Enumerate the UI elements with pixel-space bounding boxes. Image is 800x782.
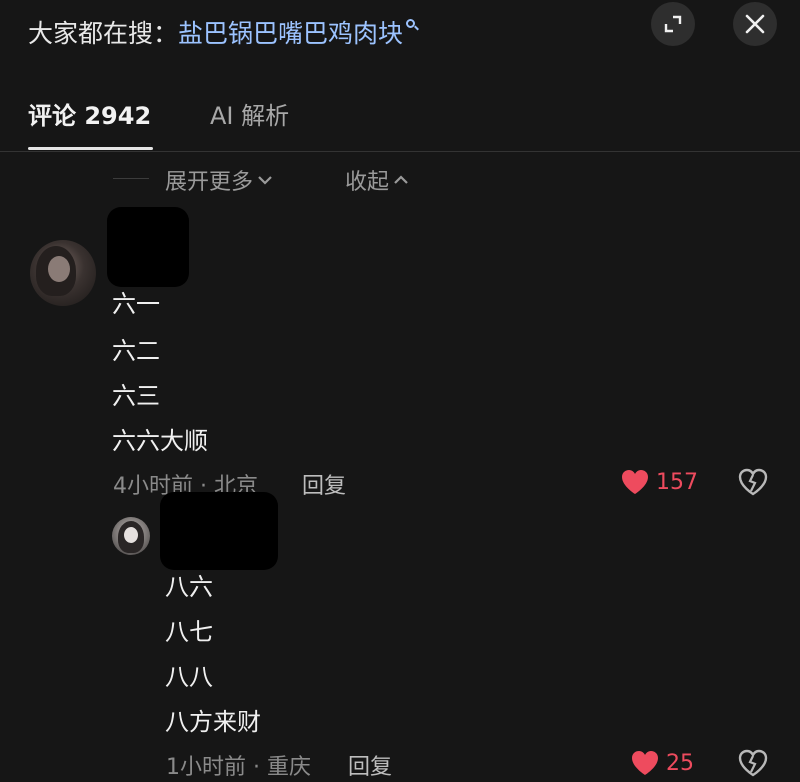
replies-toggle-row: 展开更多 收起 (0, 160, 800, 200)
expand-more-button[interactable]: 展开更多 (165, 164, 273, 196)
search-prefix: 大家都在搜： (28, 19, 179, 48)
collapse-label: 收起 (345, 170, 390, 195)
avatar[interactable] (30, 240, 96, 306)
collapse-button[interactable]: 收起 (345, 164, 409, 196)
like-button[interactable]: 157 (620, 468, 698, 496)
avatar[interactable] (112, 517, 150, 555)
comment-line: 六六大顺 (112, 427, 208, 455)
chevron-down-icon (258, 176, 272, 185)
search-icon (405, 18, 420, 32)
reply-button[interactable]: 回复 (348, 749, 392, 781)
active-tab-indicator (28, 147, 153, 150)
heart-icon (622, 470, 648, 494)
search-suggestion[interactable]: 大家都在搜： 盐巴锅巴嘴巴鸡肉块 (28, 14, 420, 50)
tab-comments[interactable]: 评论 2942 (28, 96, 151, 131)
comment-line: 六一 (112, 290, 160, 318)
expand-more-label: 展开更多 (165, 170, 254, 195)
heart-icon (632, 751, 658, 775)
redacted-username (107, 207, 189, 287)
chevron-up-icon (394, 175, 408, 184)
like-count: 25 (666, 750, 694, 776)
tab-bar: 评论 2942 AI 解析 (0, 90, 800, 152)
reply-meta: 1小时前 · 重庆 (166, 755, 311, 780)
close-button[interactable] (733, 2, 777, 46)
divider (113, 178, 149, 179)
reply-line: 八六 (165, 573, 213, 601)
reply-line: 八方来财 (165, 708, 261, 736)
dislike-button[interactable] (738, 468, 768, 500)
like-button[interactable]: 25 (630, 749, 694, 777)
search-query-link[interactable]: 盐巴锅巴嘴巴鸡肉块 (178, 14, 403, 50)
reply-button[interactable]: 回复 (302, 468, 346, 500)
expand-button[interactable] (651, 2, 695, 46)
broken-heart-icon (738, 468, 768, 496)
comment-line: 六三 (112, 382, 160, 410)
redacted-username (160, 492, 278, 570)
reply-line: 八八 (165, 663, 213, 691)
reply-line: 八七 (165, 618, 213, 646)
expand-icon (664, 15, 682, 33)
tab-ai-analysis[interactable]: AI 解析 (210, 96, 289, 131)
like-count: 157 (656, 469, 698, 495)
close-icon (745, 14, 765, 34)
comment-line: 六二 (112, 337, 160, 365)
dislike-button[interactable] (738, 749, 768, 781)
broken-heart-icon (738, 749, 768, 777)
